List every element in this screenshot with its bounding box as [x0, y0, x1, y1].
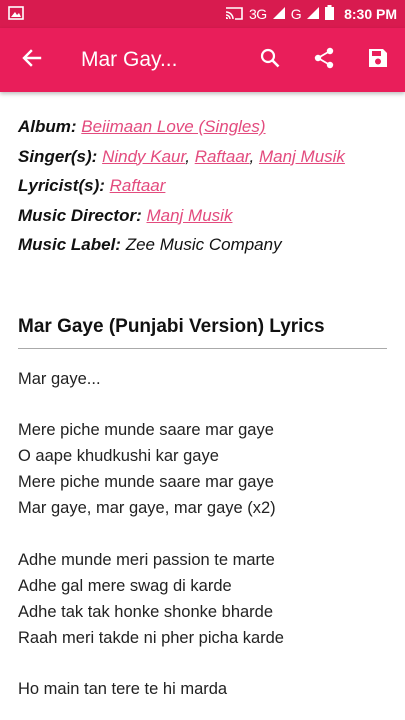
network-type-label: 3G [249, 6, 267, 22]
back-button[interactable] [0, 28, 64, 92]
singer-link[interactable]: Nindy Kaur [102, 147, 185, 166]
lyric-line: Adhe munde meri passion te marte [18, 550, 275, 569]
share-button[interactable] [297, 28, 351, 92]
music-label-row: Music Label: Zee Music Company [18, 230, 388, 260]
song-details: Album: Beiimaan Love (Singles) Singer(s)… [18, 112, 388, 720]
search-button[interactable] [243, 28, 297, 92]
signal-icon-2 [307, 6, 320, 22]
network-type-label-2: G [290, 6, 302, 22]
album-label: Album: [18, 117, 77, 136]
singer-link[interactable]: Raftaar [195, 147, 250, 166]
music-director-label: Music Director: [18, 205, 142, 225]
album-link[interactable]: Beiimaan Love (Singles) [81, 117, 265, 136]
status-bar: 3G G 8:30 PM [0, 0, 405, 28]
music-label-value: Zee Music Company [125, 235, 282, 254]
music-label-label: Music Label: [18, 235, 121, 254]
singers-label: Singer(s): [18, 146, 98, 166]
signal-icon [272, 6, 285, 22]
lyrics-stanza: Ho main tan tere te hi marda [18, 677, 388, 703]
lyric-line: Adhe tak tak honke shonke bharde [18, 602, 274, 621]
search-icon [260, 48, 280, 73]
lyricist-link[interactable]: Raftaar [110, 176, 166, 195]
lyrics-stanza: Mar gaye... [18, 367, 388, 393]
save-button[interactable] [351, 28, 405, 92]
lyric-line: Raah meri takde ni pher picha karde [18, 628, 284, 647]
lyric-line: O aape khudkushi kar gaye [18, 447, 219, 466]
page-title: Mar Gay... [81, 48, 178, 71]
music-director-link[interactable]: Manj Musik [146, 206, 232, 225]
share-icon [313, 47, 335, 74]
lyrics-stanza: Mere piche munde saare mar gaye O aape k… [18, 418, 388, 522]
music-director-row: Music Director: Manj Musik [18, 201, 388, 231]
image-notification-icon [8, 5, 24, 23]
lyric-line: Mere piche munde saare mar gaye [18, 421, 274, 440]
lyric-line: Mere piche munde saare mar gaye [18, 473, 274, 492]
singers-row: Singer(s): Nindy Kaur, Raftaar, Manj Mus… [18, 146, 345, 166]
battery-icon [325, 5, 335, 23]
lyricist-label: Lyricist(s): [18, 176, 105, 195]
singer-link[interactable]: Manj Musik [259, 147, 345, 166]
lyric-line: Mar gaye... [18, 369, 101, 388]
lyrics-stanza: Adhe munde meri passion te marte Adhe ga… [18, 548, 388, 652]
lyric-line: Adhe gal mere swag di karde [18, 576, 232, 595]
cast-icon [225, 6, 243, 23]
lyrics-body: Mar gaye... Mere piche munde saare mar g… [18, 367, 388, 704]
lyrics-heading: Mar Gaye (Punjabi Version) Lyrics [18, 316, 387, 349]
save-icon [368, 48, 388, 73]
album-row: Album: Beiimaan Love (Singles) [18, 112, 388, 142]
lyric-line: Ho main tan tere te hi marda [18, 680, 228, 699]
clock: 8:30 PM [344, 6, 397, 22]
lyricist-row: Lyricist(s): Raftaar [18, 171, 388, 201]
app-bar: Mar Gay... [0, 28, 405, 92]
arrow-back-icon [22, 48, 42, 73]
lyric-line: Mar gaye, mar gaye, mar gaye (x2) [18, 499, 276, 518]
